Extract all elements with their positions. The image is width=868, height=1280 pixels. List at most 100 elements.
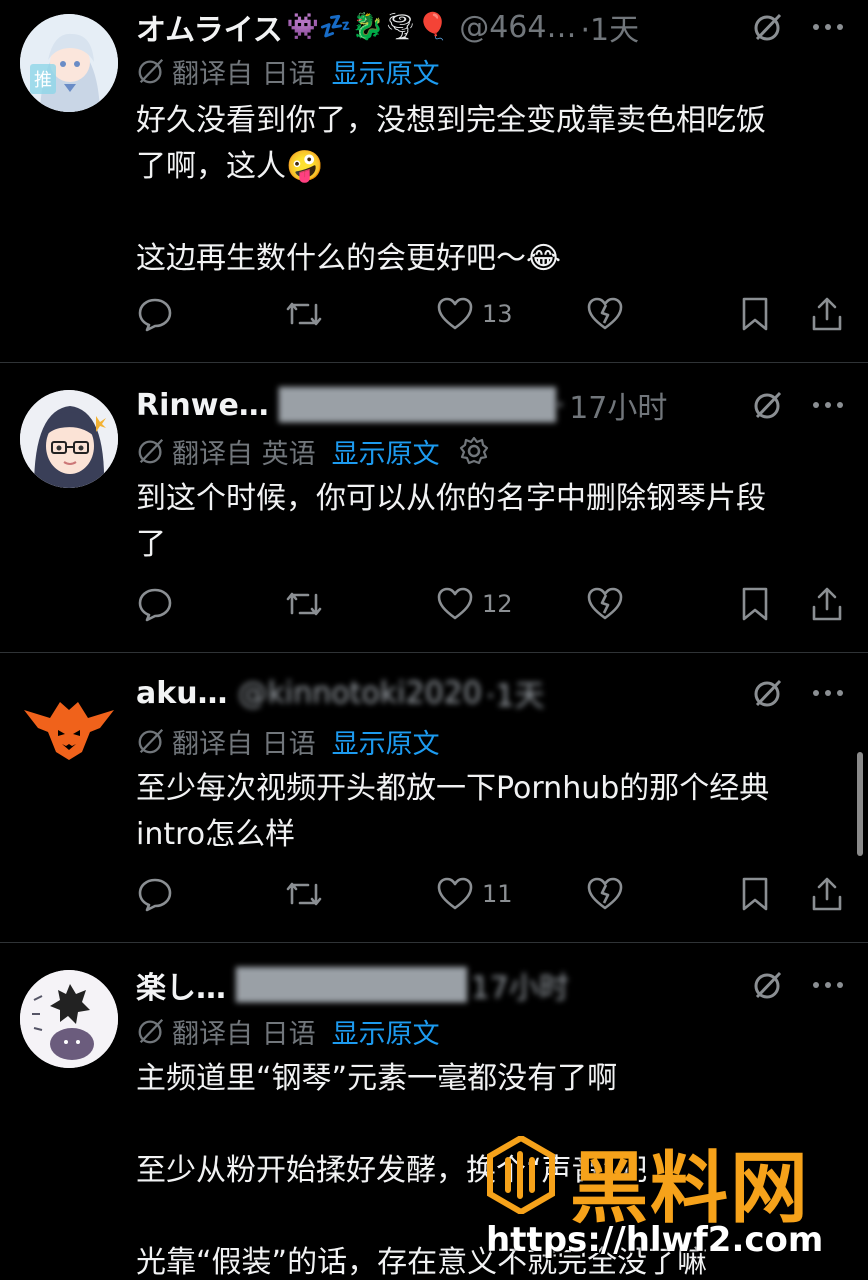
share-icon [812,297,842,331]
name-emojis: 👾💤🐉🌪🎈 [286,12,450,42]
more-icon[interactable] [808,7,848,47]
dislike-button[interactable] [586,872,624,916]
share-button[interactable] [810,872,844,916]
bookmark-icon [742,297,768,331]
retweet-icon [286,592,322,616]
grok-icon[interactable] [748,385,788,425]
text-line: 至少每次视频开头都放一下Pornhub的那个经典 [136,771,770,806]
display-name[interactable]: aku… [136,676,228,711]
like-count: 11 [482,880,513,908]
text-line: intro怎么样 [136,817,296,852]
retweet-button[interactable] [284,872,324,916]
share-icon [812,587,842,621]
share-button[interactable] [810,582,844,626]
share-icon [812,877,842,911]
heart-icon [437,297,473,330]
timestamp[interactable]: 17小时 [569,383,667,427]
action-bar: 11 [136,872,846,916]
watermark-logo-icon [487,1136,555,1214]
text-line: 了 [136,527,166,562]
grok-icon[interactable] [748,965,788,1005]
timestamp[interactable]: ·1天 [486,671,545,715]
retweet-button[interactable] [284,582,324,626]
text-line: 到这个时候，你可以从你的名字中删除钢琴片段 [136,481,766,516]
translated-from-label: 翻译自 英语 [172,438,316,470]
divider [0,942,868,943]
comment-icon [138,298,172,332]
divider [0,362,868,363]
user-handle[interactable]: @464… [459,10,576,45]
user-handle[interactable]: @kinnotoki2020 [238,676,482,711]
bookmark-icon [742,587,768,621]
bookmark-icon [742,877,768,911]
divider [0,652,868,653]
more-icon[interactable] [808,673,848,713]
avatar-black-cat-icon [20,970,118,1068]
translate-icon [136,1016,166,1046]
show-original-link[interactable]: 显示原文 [332,432,440,471]
comment-icon [138,878,172,912]
watermark: 黑料网 https://hlwf2.com [486,1128,856,1260]
reply-text: 至少每次视频开头都放一下Pornhub的那个经典 intro怎么样 [136,766,846,858]
show-original-link[interactable]: 显示原文 [332,52,440,91]
broken-heart-icon [587,297,623,330]
bookmark-button[interactable] [740,582,770,626]
reply-button[interactable] [136,872,174,916]
avatar[interactable]: 推 [20,14,118,112]
retweet-button[interactable] [284,292,324,336]
share-button[interactable] [810,292,844,336]
reply-text: 到这个时候，你可以从你的名字中删除钢琴片段 了 [136,476,846,568]
timestamp[interactable]: ·1天 [580,5,639,49]
svg-text:推: 推 [34,70,52,91]
user-handle-blurred: ██████████ [236,967,467,1003]
grok-icon[interactable] [748,673,788,713]
display-name[interactable]: Rinwe… [136,388,269,423]
comment-icon [138,588,172,622]
timestamp[interactable]: 17小时 [471,963,569,1007]
retweet-icon [286,882,322,906]
user-handle-blurred: ████████████· [278,387,566,423]
avatar-orange-wolf-icon [20,680,118,778]
show-original-link[interactable]: 显示原文 [332,722,440,761]
heart-icon [437,877,473,910]
broken-heart-icon [587,587,623,620]
reply-button[interactable] [136,292,174,336]
reply-text: 好久没看到你了，没想到完全变成靠卖色相吃饭 了啊，这人🤪 这边再生数什么的会更好… [136,98,846,282]
gear-icon[interactable] [458,435,490,467]
text-line [136,190,846,236]
dislike-button[interactable] [586,292,624,336]
avatar-anime-girl-icon: 推 [20,14,118,112]
text-line: 好久没看到你了，没想到完全变成靠卖色相吃饭 [136,103,766,138]
avatar[interactable] [20,390,118,488]
like-count: 12 [482,590,513,618]
translated-from-label: 翻译自 日语 [172,1018,316,1050]
bookmark-button[interactable] [740,872,770,916]
scrollbar[interactable] [857,752,863,856]
broken-heart-icon [587,877,623,910]
more-icon[interactable] [808,385,848,425]
grok-icon[interactable] [748,7,788,47]
retweet-icon [286,302,322,326]
avatar[interactable] [20,680,118,778]
display-name[interactable]: オムライス [136,5,283,49]
reply-button[interactable] [136,582,174,626]
translated-from-label: 翻译自 日语 [172,728,316,760]
like-count: 13 [482,300,513,328]
text-line: 主频道里“钢琴”元素一毫都没有了啊 [136,1061,618,1096]
action-bar: 13 [136,292,846,336]
show-original-link[interactable]: 显示原文 [332,1012,440,1051]
display-name[interactable]: 楽し… [136,963,226,1007]
like-button[interactable]: 12 [436,582,513,626]
more-icon[interactable] [808,965,848,1005]
watermark-url: https://hlwf2.com [486,1220,824,1260]
action-bar: 12 [136,582,846,626]
translate-icon [136,436,166,466]
like-button[interactable]: 11 [436,872,513,916]
heart-icon [437,587,473,620]
translate-icon [136,726,166,756]
like-button[interactable]: 13 [436,292,513,336]
bookmark-button[interactable] [740,292,770,336]
dislike-button[interactable] [586,582,624,626]
avatar[interactable] [20,970,118,1068]
text-line: 了啊，这人🤪 [136,149,324,184]
